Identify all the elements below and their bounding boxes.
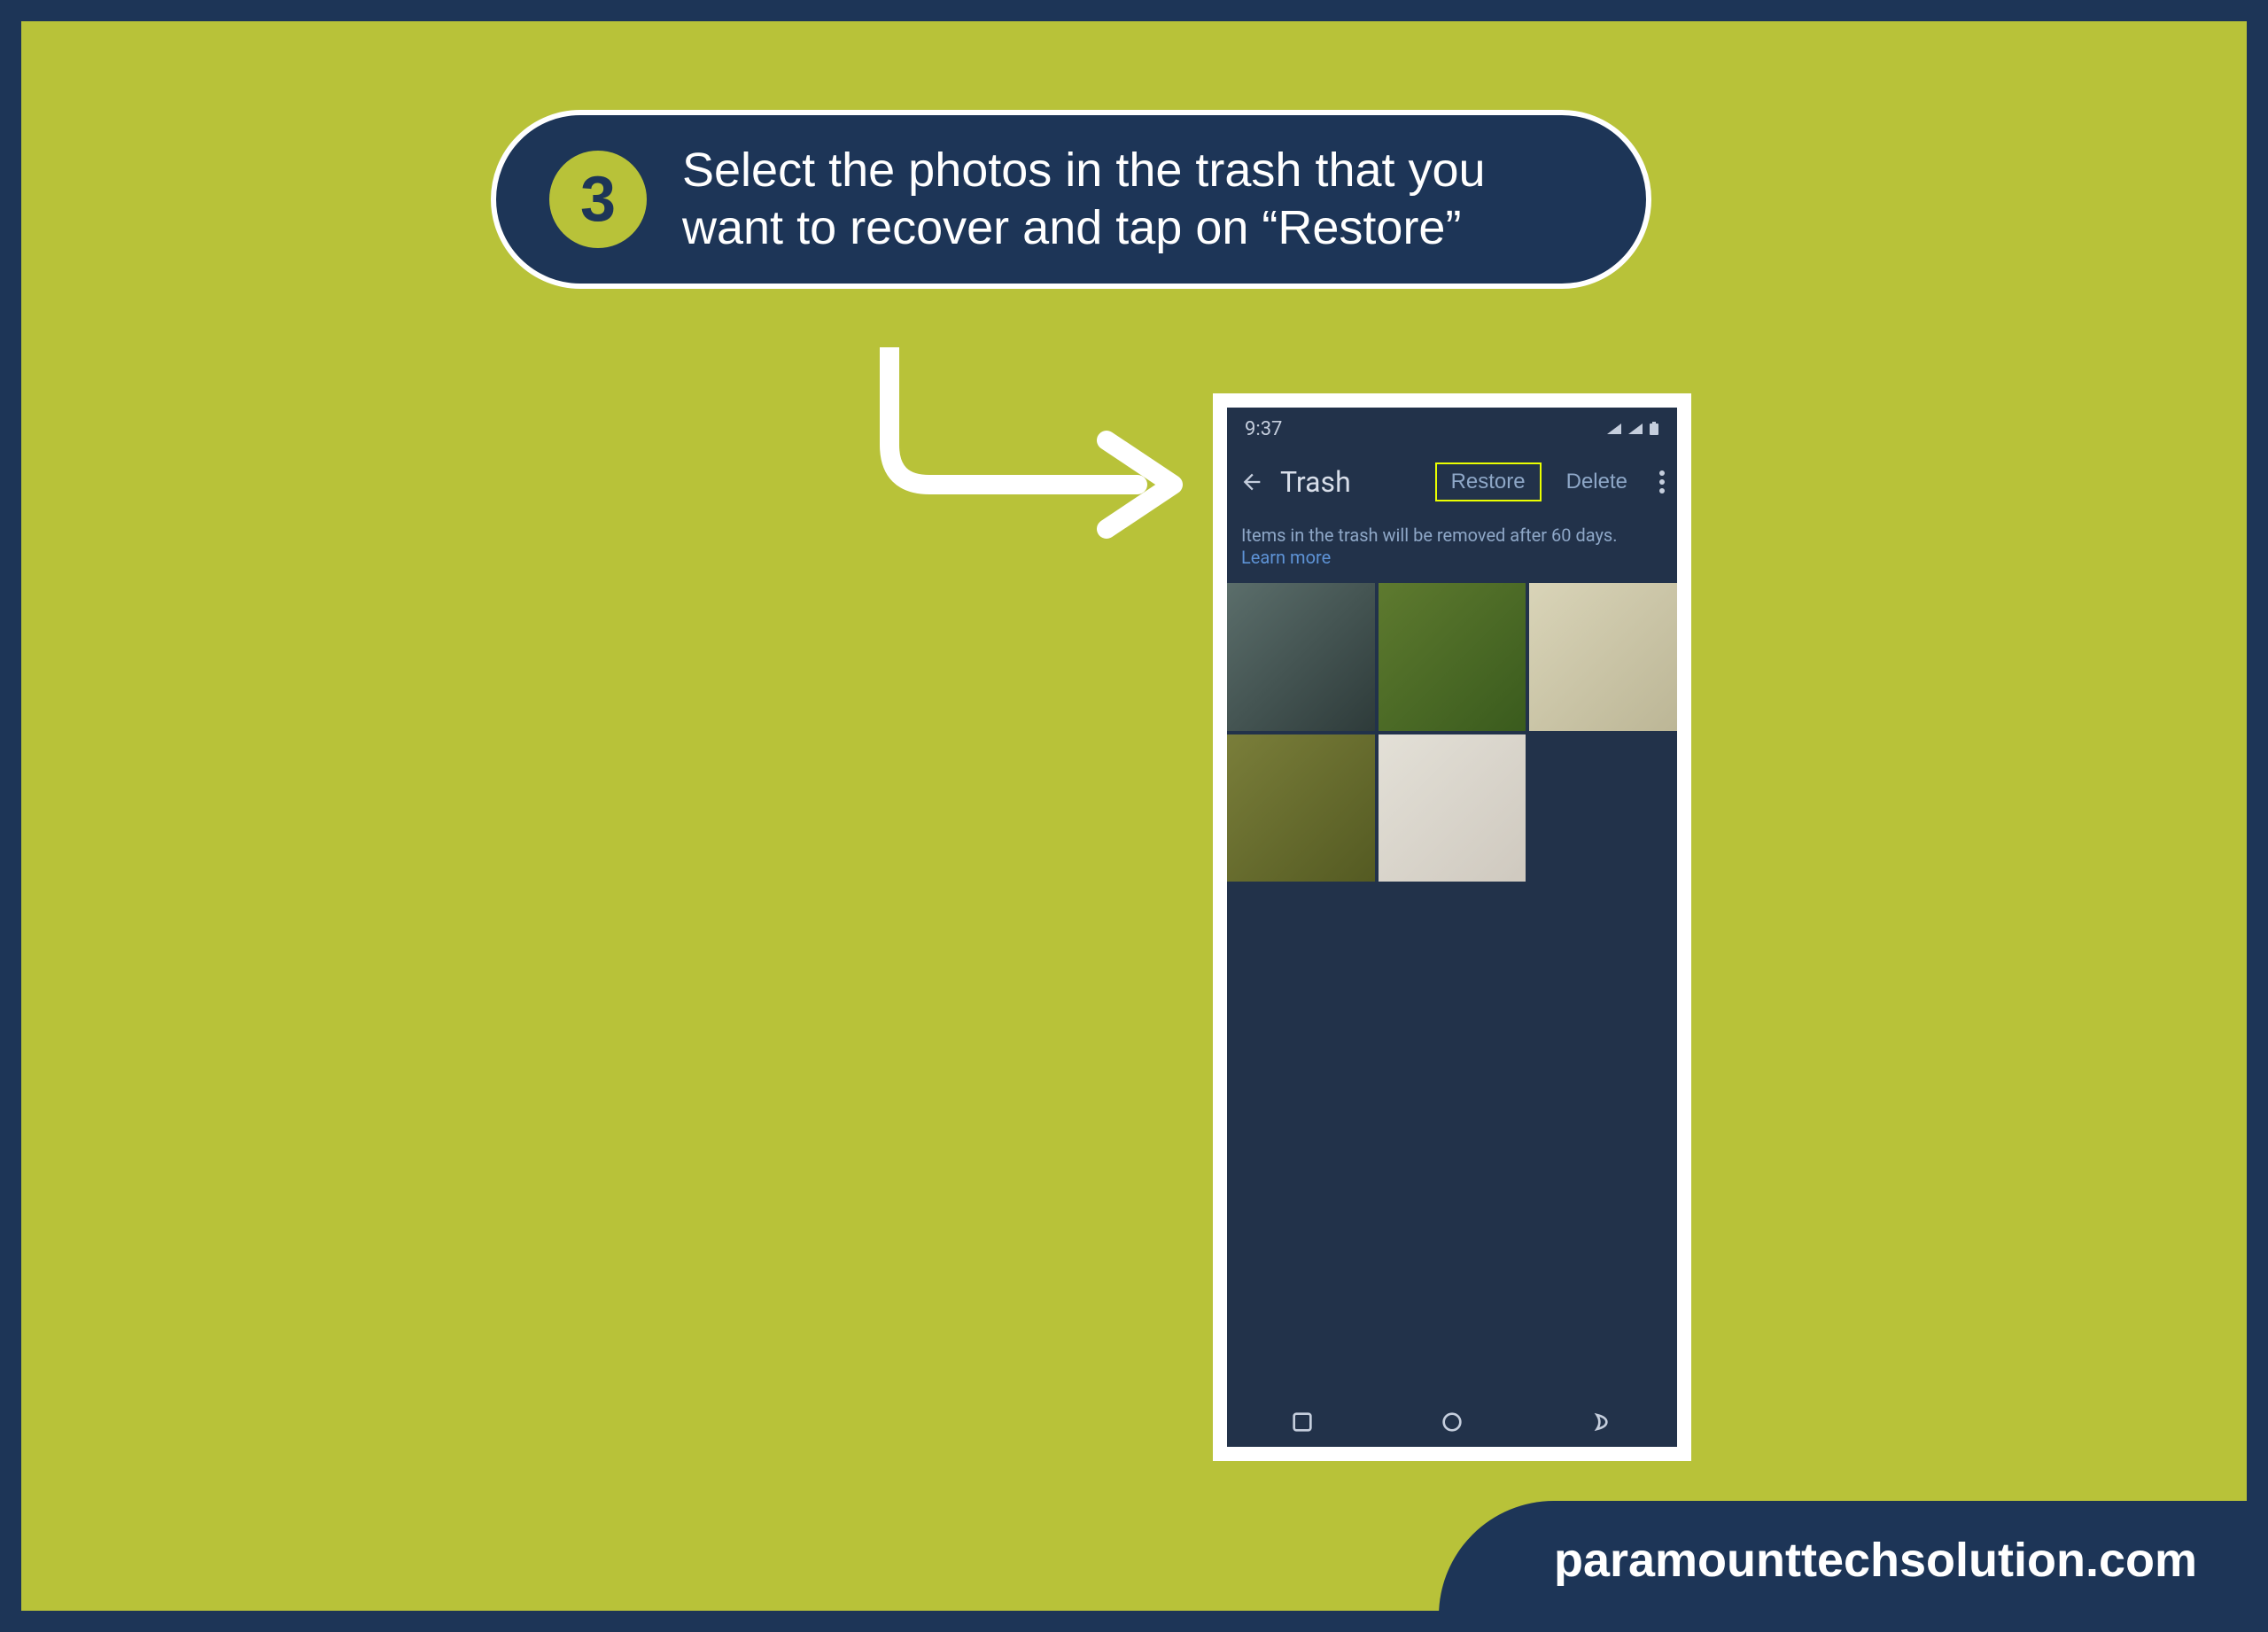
nav-back-icon[interactable] [1588, 1408, 1616, 1436]
statusbar: 9:37 [1227, 408, 1677, 450]
phone-screen: 9:37 Trash Restore Delete Ite [1227, 408, 1677, 1447]
trash-photo-thumbnail[interactable] [1529, 583, 1677, 731]
back-arrow-icon[interactable] [1239, 470, 1264, 494]
trash-photo-thumbnail[interactable] [1227, 583, 1375, 731]
trash-photo-thumbnail[interactable] [1379, 583, 1526, 731]
footer-domain: paramounttechsolution.com [1554, 1534, 2197, 1587]
appbar: Trash Restore Delete [1227, 450, 1677, 514]
step-number: 3 [580, 163, 616, 236]
footer-domain-tag: paramounttechsolution.com [1439, 1501, 2268, 1632]
android-navbar [1227, 1397, 1677, 1447]
statusbar-icons [1606, 422, 1659, 436]
nav-home-icon[interactable] [1438, 1408, 1466, 1436]
trash-photo-thumbnail[interactable] [1379, 734, 1526, 882]
nav-recent-icon[interactable] [1288, 1408, 1317, 1436]
step-number-badge: 3 [549, 151, 647, 248]
delete-button[interactable]: Delete [1557, 464, 1636, 500]
restore-button[interactable]: Restore [1435, 462, 1542, 501]
trash-photo-thumbnail[interactable] [1227, 734, 1375, 882]
photo-grid [1227, 583, 1677, 882]
statusbar-time: 9:37 [1245, 418, 1282, 440]
instruction-text: Select the photos in the trash that you … [682, 142, 1593, 257]
more-vert-icon[interactable] [1659, 470, 1665, 493]
infographic-canvas: 3 Select the photos in the trash that yo… [0, 0, 2268, 1632]
trash-info-text: Items in the trash will be removed after… [1227, 514, 1677, 583]
phone-mockup-frame: 9:37 Trash Restore Delete Ite [1213, 393, 1691, 1461]
arrow-icon [872, 347, 1191, 542]
learn-more-link[interactable]: Learn more [1241, 547, 1331, 568]
appbar-title: Trash [1280, 465, 1419, 499]
info-line: Items in the trash will be removed after… [1241, 525, 1618, 546]
instruction-pill: 3 Select the photos in the trash that yo… [491, 110, 1651, 289]
